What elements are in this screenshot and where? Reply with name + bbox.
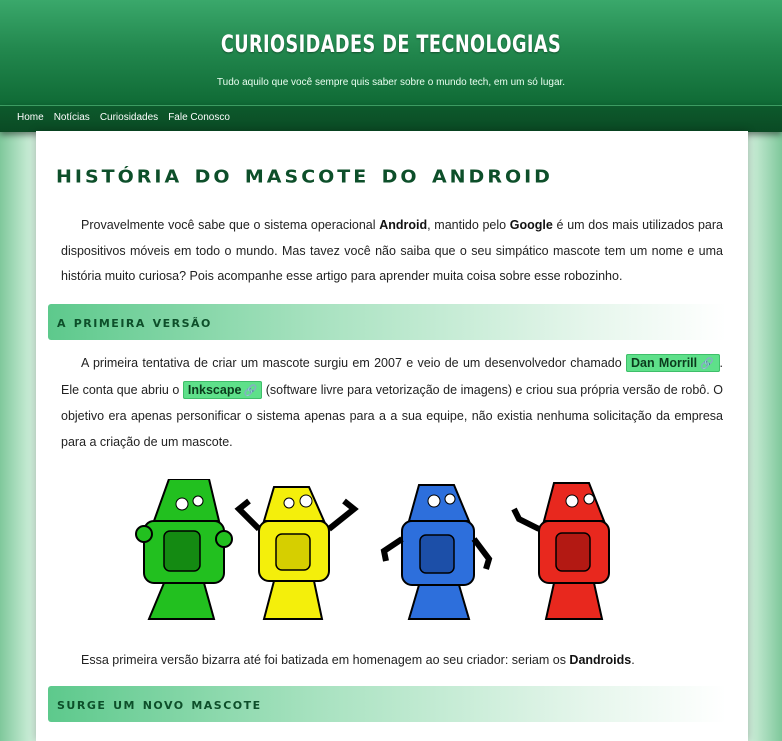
nav-item-curiosidades[interactable]: Curiosidades <box>100 106 158 130</box>
intro-bold-android: Android <box>379 218 428 232</box>
article-container: História do Mascote do Android Provavelm… <box>36 131 748 741</box>
paperclip-icon: 🔗 <box>699 358 715 370</box>
intro-text-1: Provavelmente você sabe que o sistema op… <box>81 218 380 232</box>
main-nav: Home Notícias Curiosidades Fale Conosco <box>0 105 782 132</box>
section1-text-1: A primeira tentativa de criar um mascote… <box>81 356 626 370</box>
yellow-dandroid <box>234 486 359 620</box>
red-dandroid <box>511 482 610 620</box>
section-heading-primeira-versao: A primeira versão <box>57 313 212 331</box>
intro-paragraph: Provavelmente você sabe que o sistema op… <box>61 213 723 290</box>
nav-item-noticias[interactable]: Notícias <box>54 106 90 130</box>
site-header: CURIOSIDADES DE TECNOLOGIAS Tudo aquilo … <box>0 0 782 105</box>
site-subtitle: Tudo aquilo que você sempre quis saber s… <box>216 77 566 88</box>
nav-item-home[interactable]: Home <box>17 106 44 130</box>
site-title[interactable]: CURIOSIDADES DE TECNOLOGIAS <box>70 30 711 58</box>
link-dan-morrill-label[interactable]: Dan Morrill <box>631 356 697 370</box>
intro-text-2: , mantido pelo <box>427 218 510 232</box>
section-heading-bar-2: Surge um novo mascote <box>48 686 726 722</box>
blue-dandroid <box>380 484 493 620</box>
dandroids-image <box>135 479 610 620</box>
green-dandroid <box>135 479 233 620</box>
article-title: História do Mascote do Android <box>56 159 553 190</box>
section-heading-bar: A primeira versão <box>48 304 726 340</box>
section-heading-novo-mascote: Surge um novo mascote <box>57 695 262 713</box>
link-inkscape[interactable]: Inkscape 🔗 <box>182 380 263 399</box>
paperclip-icon: 🔗 <box>243 384 258 397</box>
nav-item-fale-conosco[interactable]: Fale Conosco <box>168 106 230 130</box>
link-dan-morrill[interactable]: Dan Morrill 🔗 <box>626 354 720 372</box>
bold-dandroids: Dandroids <box>569 653 632 667</box>
link-inkscape-label[interactable]: Inkscape <box>188 383 242 397</box>
intro-bold-google: Google <box>509 218 553 232</box>
section1-paragraph-2: Essa primeira versão bizarra até foi bat… <box>61 648 723 674</box>
section1-text-5: . <box>631 653 635 667</box>
section1-paragraph: A primeira tentativa de criar um mascote… <box>61 351 723 455</box>
section1-text-4: Essa primeira versão bizarra até foi bat… <box>81 653 570 667</box>
